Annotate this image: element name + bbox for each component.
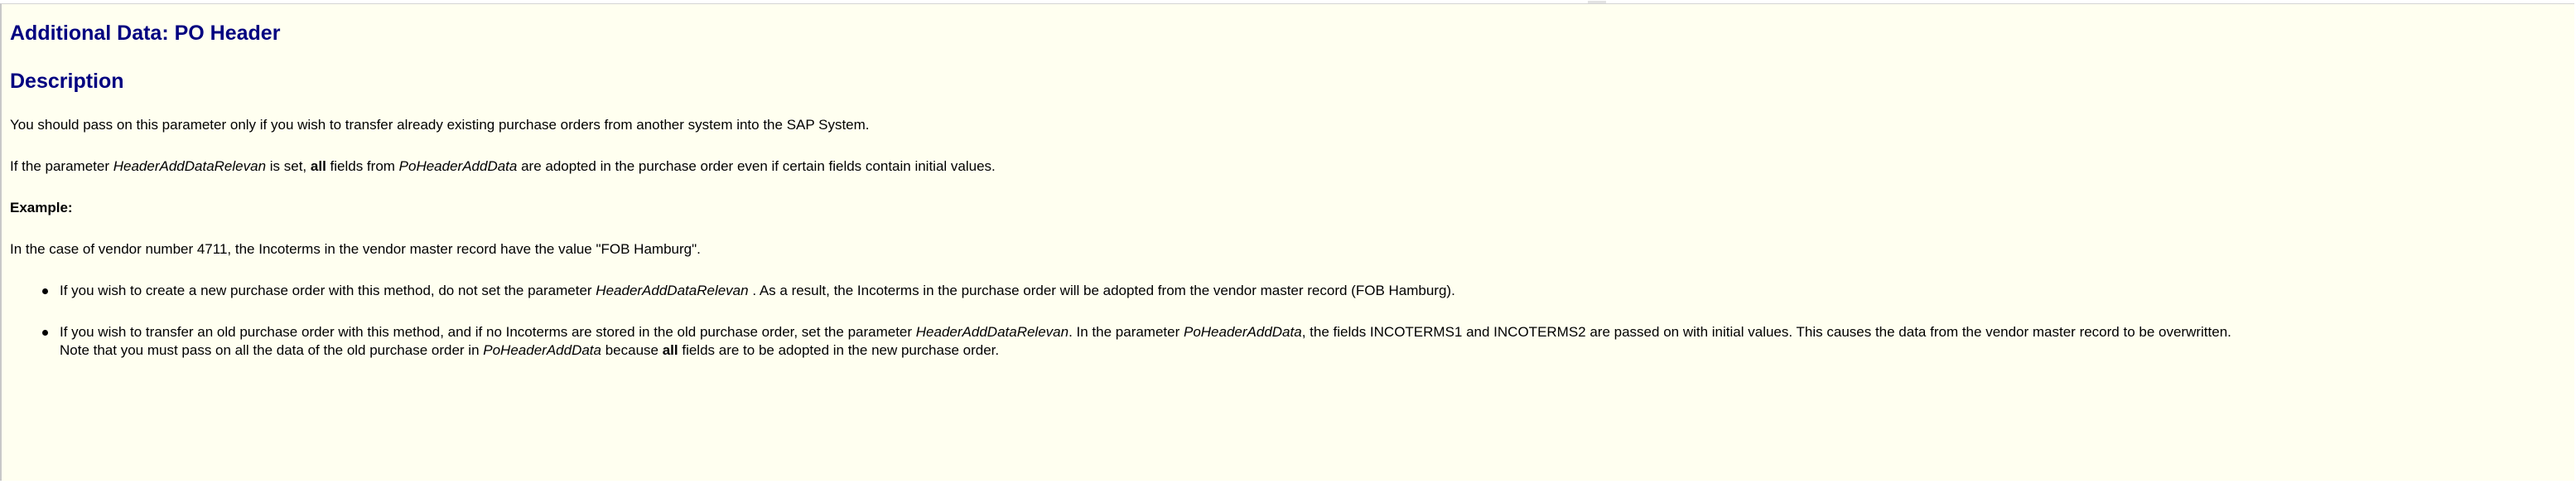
text-fragment: is set, <box>266 158 311 174</box>
paragraph-example: In the case of vendor number 4711, the I… <box>10 241 701 257</box>
text-fragment: If you wish to create a new purchase ord… <box>60 283 596 298</box>
param-name-headeradddatarelevan: HeaderAddDataRelevan <box>915 324 1069 340</box>
list-item: If you wish to create a new purchase ord… <box>42 282 2566 300</box>
text-fragment: , the fields INCOTERMS1 and INCOTERMS2 a… <box>1301 324 2231 340</box>
param-name-poheaderadddata: PoHeaderAddData <box>483 342 601 358</box>
param-name-poheaderadddata: PoHeaderAddData <box>1183 324 1302 340</box>
example-label-text: Example: <box>10 200 73 215</box>
param-name-headeradddatarelevan: HeaderAddDataRelevan <box>596 283 749 298</box>
text-fragment: fields from <box>326 158 399 174</box>
text-fragment: are adopted in the purchase order even i… <box>517 158 996 174</box>
text-fragment: If you wish to transfer an old purchase … <box>60 324 916 340</box>
example-bullet-list: If you wish to create a new purchase ord… <box>10 282 2566 360</box>
param-name-headeradddatarelevan: HeaderAddDataRelevan <box>113 158 267 174</box>
emphasis-all: all <box>662 342 678 358</box>
list-item: If you wish to transfer an old purchase … <box>42 323 2566 360</box>
param-name-poheaderadddata: PoHeaderAddData <box>398 158 518 174</box>
text-fragment: Note that you must pass on all the data … <box>60 342 484 358</box>
resize-grip[interactable] <box>1588 1 1606 3</box>
paragraph-parameter: If the parameter HeaderAddDataRelevan is… <box>10 157 2566 176</box>
example-label: Example: <box>10 199 2566 217</box>
page-title: Additional Data: PO Header <box>10 22 281 45</box>
bullet-icon <box>42 288 48 294</box>
text-fragment: fields are to be adopted in the new purc… <box>678 342 1000 358</box>
text-fragment: If the parameter <box>10 158 113 174</box>
bullet-icon <box>42 330 48 336</box>
text-fragment: . As a result, the Incoterms in the purc… <box>748 283 1455 298</box>
section-heading-description: Description <box>10 70 124 93</box>
help-document-pane: Additional Data: PO Header Description Y… <box>0 1 2574 481</box>
paragraph-intro: You should pass on this parameter only i… <box>10 117 870 133</box>
emphasis-all: all <box>310 158 326 174</box>
text-fragment: because <box>601 342 663 358</box>
text-fragment: . In the parameter <box>1069 324 1184 340</box>
